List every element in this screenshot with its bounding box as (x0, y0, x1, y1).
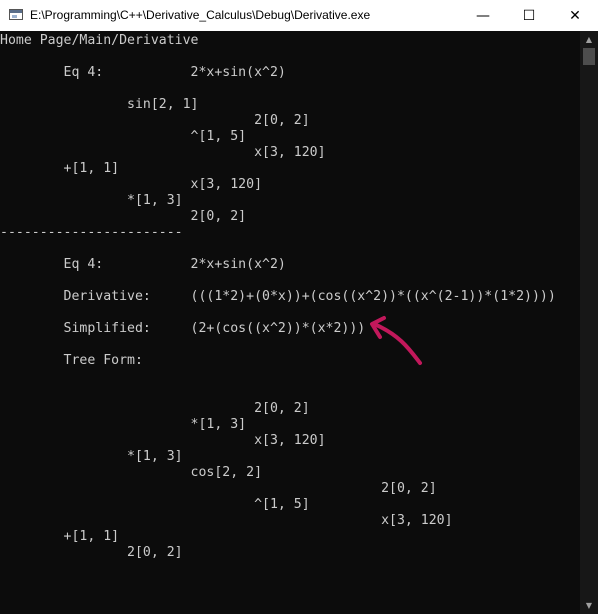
console-line: x[3, 120] (0, 433, 326, 448)
console-line: Tree Form: (0, 353, 143, 368)
scroll-up-icon[interactable]: ▲ (580, 31, 598, 48)
maximize-button[interactable]: ☐ (506, 0, 552, 31)
console-line: Derivative: (((1*2)+(0*x))+(cos((x^2))*(… (0, 289, 556, 304)
console-line: cos[2, 2] (0, 465, 263, 480)
console-line: sin[2, 1] (0, 97, 199, 112)
console-app-icon (9, 9, 23, 20)
vertical-scrollbar[interactable]: ▲ ▼ (580, 31, 598, 614)
console-line: x[3, 120] (0, 177, 263, 192)
console-line: 2[0, 2] (0, 401, 310, 416)
console-line: 2[0, 2] (0, 209, 247, 224)
console-line: ^[1, 5] (0, 129, 247, 144)
minimize-button[interactable]: — (460, 0, 506, 31)
console-line: *[1, 3] (0, 449, 183, 464)
console-line: Eq 4: 2*x+sin(x^2) (0, 65, 286, 80)
console-line: x[3, 120] (0, 513, 453, 528)
console-line: Simplified: (2+(cos((x^2))*(x*2))) (0, 321, 366, 336)
window-title: E:\Programming\C++\Derivative_Calculus\D… (30, 8, 371, 22)
console-line: 2[0, 2] (0, 113, 310, 128)
console-line: Home Page/Main/Derivative (0, 33, 199, 48)
scrollbar-thumb[interactable] (583, 48, 595, 65)
console-line: Eq 4: 2*x+sin(x^2) (0, 257, 286, 272)
console-line: x[3, 120] (0, 145, 326, 160)
console-line: *[1, 3] (0, 193, 183, 208)
annotation-arrow-icon (370, 316, 422, 365)
console-output[interactable]: Home Page/Main/Derivative Eq 4: 2*x+sin(… (0, 31, 580, 614)
console-line: ^[1, 5] (0, 497, 310, 512)
console-line: +[1, 1] (0, 161, 120, 176)
console-line: 2[0, 2] (0, 481, 437, 496)
console-line: ----------------------- (0, 225, 183, 240)
console-line: +[1, 1] (0, 529, 120, 544)
scroll-down-icon[interactable]: ▼ (580, 597, 598, 614)
console-line: *[1, 3] (0, 417, 247, 432)
close-button[interactable]: ✕ (552, 0, 598, 31)
console-line: 2[0, 2] (0, 545, 183, 560)
title-bar: E:\Programming\C++\Derivative_Calculus\D… (0, 0, 598, 31)
